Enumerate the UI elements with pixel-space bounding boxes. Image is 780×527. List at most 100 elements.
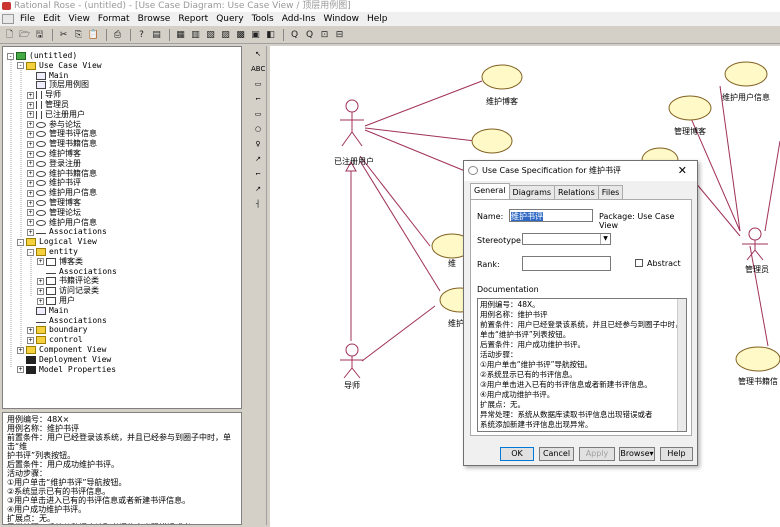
tree-item[interactable]: + 管理论坛	[27, 208, 81, 218]
tree-item[interactable]: + 维护用户信息	[27, 218, 97, 228]
expand-icon[interactable]: +	[27, 170, 34, 178]
tree-item[interactable]: + 书籍评论类	[37, 276, 99, 286]
expand-icon[interactable]: +	[17, 346, 24, 354]
assoc-line[interactable]	[359, 160, 441, 292]
fit-in-window-icon[interactable]: ⊡	[318, 29, 331, 42]
save-icon[interactable]: 🖫	[33, 29, 46, 42]
expand-icon[interactable]: +	[27, 326, 34, 334]
zoom-in-icon[interactable]: Q	[288, 29, 301, 42]
help-button[interactable]: Help	[660, 447, 693, 461]
browse-interaction-diagram-icon[interactable]: ▥	[189, 29, 202, 42]
expand-icon[interactable]: +	[37, 287, 44, 295]
assoc-line[interactable]	[364, 80, 483, 127]
model-browser[interactable]: - (untitled) - Use Case View Main 顶层用例图 + 导师 + 管理…	[2, 46, 242, 409]
actor-admin[interactable]	[742, 227, 768, 261]
menu-edit[interactable]: Edit	[39, 12, 64, 26]
expand-icon[interactable]: +	[27, 130, 34, 138]
toolbox-tool-icon[interactable]: ⌐	[251, 168, 265, 181]
browse-component-diagram-icon[interactable]: ▧	[204, 29, 217, 42]
usecase-manage-blog[interactable]	[668, 95, 712, 121]
new-icon[interactable]: 🗋	[3, 29, 16, 42]
collapse-icon[interactable]: -	[17, 62, 24, 70]
tree-item[interactable]: 顶层用例图	[27, 80, 89, 90]
collapse-icon[interactable]: -	[27, 248, 34, 256]
toolbox-tool-icon[interactable]: ▭	[251, 78, 265, 91]
menu-help[interactable]: Help	[363, 12, 392, 26]
apply-button[interactable]: Apply	[579, 447, 615, 461]
ok-button[interactable]: OK	[500, 447, 534, 461]
cancel-button[interactable]: Cancel	[539, 447, 574, 461]
print-icon[interactable]: ⎙	[111, 29, 124, 42]
zoom-out-icon[interactable]: Q	[303, 29, 316, 42]
expand-icon[interactable]: +	[27, 179, 34, 187]
tree-item[interactable]: + 维护用户信息	[27, 188, 97, 198]
tree-item[interactable]: + Component View	[17, 345, 106, 355]
collapse-icon[interactable]: -	[7, 52, 14, 60]
usecase-maintain-blog[interactable]	[481, 64, 523, 90]
cut-icon[interactable]: ✂	[57, 29, 70, 42]
open-icon[interactable]: 🗁	[18, 29, 31, 42]
collapse-icon[interactable]: -	[17, 238, 24, 246]
expand-icon[interactable]: +	[27, 150, 34, 158]
expand-icon[interactable]: +	[17, 366, 24, 374]
expand-icon[interactable]: +	[27, 228, 34, 236]
expand-icon[interactable]: +	[27, 91, 34, 99]
tree-item[interactable]: + 管理书籍信息	[27, 139, 97, 149]
toolbox-tool-icon[interactable]: ▭	[251, 108, 265, 121]
tree-item[interactable]: + 用户	[37, 296, 75, 306]
menu-add-ins[interactable]: Add-Ins	[278, 12, 320, 26]
usecase-manage-book[interactable]	[735, 346, 780, 372]
assoc-line[interactable]	[361, 305, 436, 362]
menu-tools[interactable]: Tools	[248, 12, 278, 26]
expand-icon[interactable]: +	[27, 160, 34, 168]
chevron-down-icon[interactable]: ▼	[600, 234, 610, 244]
tree-item[interactable]: + 登录注册	[27, 159, 81, 169]
rank-field[interactable]	[522, 256, 611, 271]
tree-item[interactable]: + boundary	[27, 325, 88, 335]
toolbox-tool-icon[interactable]: ↗	[251, 183, 265, 196]
tab-relations[interactable]: Relations	[554, 185, 599, 199]
tree-item[interactable]: + 博客类	[37, 257, 83, 267]
expand-icon[interactable]: +	[27, 121, 34, 129]
toolbox-tool-icon[interactable]: ABC	[251, 63, 265, 76]
context-help-icon[interactable]: ?	[135, 29, 148, 42]
browse-state-diagram-icon[interactable]: ▨	[219, 29, 232, 42]
expand-icon[interactable]: +	[27, 219, 34, 227]
copy-icon[interactable]: ⎘	[72, 29, 85, 42]
expand-icon[interactable]: +	[27, 111, 34, 119]
expand-icon[interactable]: +	[37, 258, 44, 266]
assoc-line[interactable]	[364, 127, 476, 142]
toolbox-tool-icon[interactable]: ┤	[251, 198, 265, 211]
usecase-partial-top[interactable]	[471, 128, 513, 154]
documentation-textarea[interactable]: 用例编号：48X。 用例名称：维护书评 前置条件：用户已经登录该系统，并且已经参与到…	[477, 298, 687, 432]
menu-format[interactable]: Format	[94, 12, 134, 26]
tree-item[interactable]: + 管理员	[27, 100, 69, 110]
tree-item[interactable]: Main	[27, 306, 68, 316]
documentation-scrollbar[interactable]	[677, 299, 686, 431]
tree-item[interactable]: Associations	[27, 316, 107, 326]
expand-icon[interactable]: +	[27, 189, 34, 197]
tree-item[interactable]: + Model Properties	[17, 365, 116, 375]
usecase-maintain-user[interactable]	[724, 61, 768, 87]
document-menu-icon[interactable]	[2, 14, 14, 24]
menu-report[interactable]: Report	[174, 12, 212, 26]
expand-icon[interactable]: +	[27, 140, 34, 148]
abstract-checkbox[interactable]	[635, 259, 643, 267]
tree-item[interactable]: + 维护书评	[27, 178, 81, 188]
toolbox-tool-icon[interactable]: ↗	[251, 153, 265, 166]
toolbox-tool-icon[interactable]: ○	[251, 123, 265, 136]
tree-item[interactable]: + control	[27, 335, 83, 345]
browse-class-diagram-icon[interactable]: ▦	[174, 29, 187, 42]
name-field[interactable]: 维护书评	[509, 209, 593, 222]
tree-item[interactable]: + Associations	[27, 227, 107, 237]
expand-icon[interactable]: +	[27, 101, 34, 109]
view-doc-icon[interactable]: ▤	[150, 29, 163, 42]
paste-icon[interactable]: 📋	[87, 29, 100, 42]
assoc-line[interactable]	[749, 245, 769, 347]
stereotype-combo[interactable]: ▼	[522, 233, 611, 245]
menu-file[interactable]: File	[16, 12, 39, 26]
tree-item[interactable]: Deployment View	[17, 355, 111, 365]
tree-item[interactable]: - (untitled)	[7, 51, 77, 61]
browse-deployment-diagram-icon[interactable]: ▩	[234, 29, 247, 42]
tree-item[interactable]: + 已注册用户	[27, 110, 85, 120]
